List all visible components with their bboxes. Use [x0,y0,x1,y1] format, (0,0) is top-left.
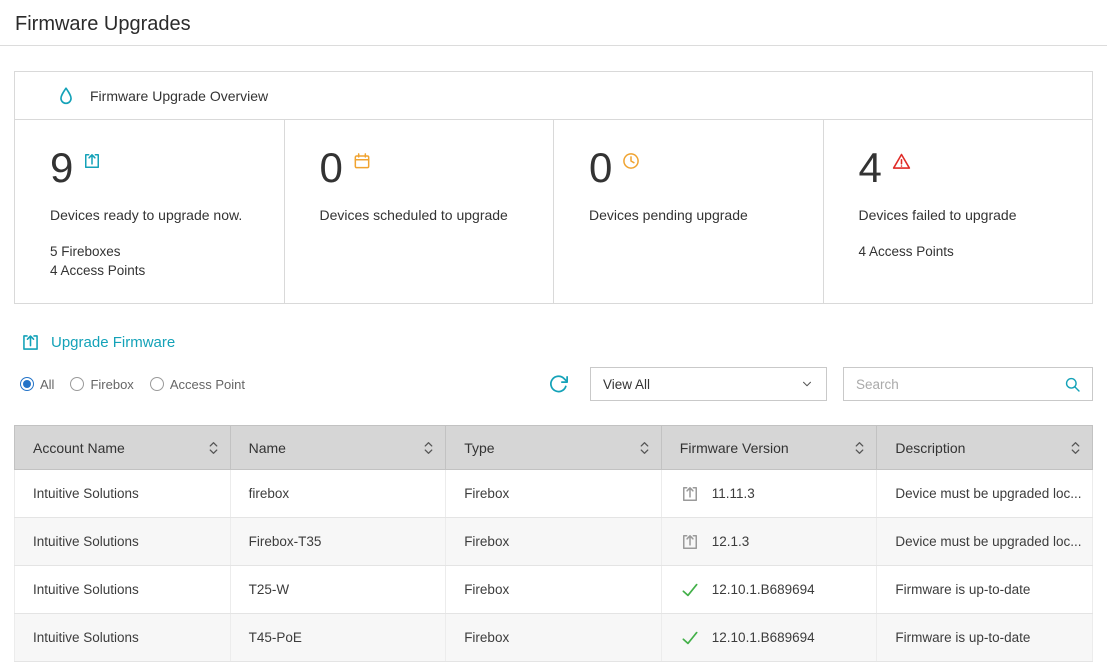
page-header: Firmware Upgrades [0,0,1107,46]
cell-account-name: Intuitive Solutions [15,566,231,614]
check-icon [680,580,700,600]
cell-description: Device must be upgraded loc... [877,470,1093,518]
cell-firmware-version: 12.10.1.B689694 [661,614,877,662]
upload-icon [82,151,102,171]
radio-button-icon[interactable] [20,377,34,391]
table-row[interactable]: Intuitive Solutions firebox Firebox 11.1… [15,470,1093,518]
column-header-type[interactable]: Type [446,426,662,470]
stat-value: 4 [859,146,882,190]
radio-button-icon[interactable] [150,377,164,391]
overview-card-header: Firmware Upgrade Overview [15,72,1092,120]
stat-label: Devices pending upgrade [589,207,805,223]
check-icon [680,628,700,648]
upload-icon [20,332,41,353]
droplet-icon [55,85,77,107]
radio-access-point[interactable]: Access Point [150,377,245,392]
column-header-description[interactable]: Description [877,426,1093,470]
stat-failed-to-upgrade: 4 Devices failed to upgrade 4 Access Poi… [823,120,1093,303]
radio-button-icon[interactable] [70,377,84,391]
stat-details: 4 Access Points [859,243,1075,262]
stat-details: 5 Fireboxes 4 Access Points [50,243,266,281]
cell-name: Firebox-T35 [230,518,446,566]
search-box [843,367,1093,401]
upgrade-firmware-label: Upgrade Firmware [51,334,175,351]
stat-detail-access-points: 4 Access Points [50,262,266,281]
radio-label: All [40,377,54,392]
sort-icon[interactable] [638,438,651,458]
device-table: Account Name Name Type Firmware Version … [14,425,1093,662]
cell-description: Firmware is up-to-date [877,614,1093,662]
warning-icon [891,151,912,172]
column-header-firmware-version[interactable]: Firmware Version [661,426,877,470]
view-all-select-value: View All [603,377,650,392]
stat-value: 0 [589,146,612,190]
cell-type: Firebox [446,614,662,662]
upload-icon [680,484,700,504]
radio-firebox[interactable]: Firebox [70,377,133,392]
radio-label: Firebox [90,377,133,392]
chevron-down-icon [800,377,814,391]
cell-firmware-version: 12.10.1.B689694 [661,566,877,614]
cell-name: T25-W [230,566,446,614]
cell-firmware-version: 11.11.3 [661,470,877,518]
overview-stats: 9 Devices ready to upgrade now. 5 Firebo… [15,120,1092,303]
calendar-icon [352,151,372,171]
cell-type: Firebox [446,470,662,518]
filter-toolbar: All Firebox Access Point View All [20,367,1093,401]
cell-account-name: Intuitive Solutions [15,518,231,566]
search-icon[interactable] [1063,375,1082,394]
sort-icon[interactable] [422,438,435,458]
upload-icon [680,532,700,552]
cell-name: firebox [230,470,446,518]
cell-description: Firmware is up-to-date [877,566,1093,614]
firmware-overview-card: Firmware Upgrade Overview 9 Devices read… [14,71,1093,304]
cell-account-name: Intuitive Solutions [15,614,231,662]
stat-value: 0 [320,146,343,190]
column-header-account-name[interactable]: Account Name [15,426,231,470]
stat-pending-upgrade: 0 Devices pending upgrade [553,120,823,303]
sort-icon[interactable] [207,438,220,458]
page-title: Firmware Upgrades [15,13,1092,36]
stat-label: Devices failed to upgrade [859,207,1075,223]
cell-type: Firebox [446,518,662,566]
stat-detail-fireboxes: 5 Fireboxes [50,243,266,262]
clock-icon [621,151,641,171]
column-header-name[interactable]: Name [230,426,446,470]
search-input[interactable] [856,377,1063,392]
refresh-button[interactable] [547,373,570,396]
overview-card-title: Firmware Upgrade Overview [90,88,268,104]
cell-firmware-version: 12.1.3 [661,518,877,566]
stat-detail-access-points: 4 Access Points [859,243,1075,262]
stat-label: Devices scheduled to upgrade [320,207,536,223]
sort-icon[interactable] [853,438,866,458]
view-all-select[interactable]: View All [590,367,827,401]
stat-label: Devices ready to upgrade now. [50,207,266,223]
table-row[interactable]: Intuitive Solutions Firebox-T35 Firebox … [15,518,1093,566]
table-header-row: Account Name Name Type Firmware Version … [15,426,1093,470]
sort-icon[interactable] [1069,438,1082,458]
upgrade-firmware-button[interactable]: Upgrade Firmware [20,332,175,353]
radio-all[interactable]: All [20,377,54,392]
toolbar-right: View All [547,367,1093,401]
stat-value: 9 [50,146,73,190]
cell-description: Device must be upgraded loc... [877,518,1093,566]
cell-type: Firebox [446,566,662,614]
stat-scheduled-to-upgrade: 0 Devices scheduled to upgrade [284,120,554,303]
stat-ready-to-upgrade: 9 Devices ready to upgrade now. 5 Firebo… [15,120,284,303]
cell-account-name: Intuitive Solutions [15,470,231,518]
table-row[interactable]: Intuitive Solutions T25-W Firebox 12.10.… [15,566,1093,614]
radio-label: Access Point [170,377,245,392]
table-row[interactable]: Intuitive Solutions T45-PoE Firebox 12.1… [15,614,1093,662]
device-type-radio-group: All Firebox Access Point [20,377,261,392]
cell-name: T45-PoE [230,614,446,662]
